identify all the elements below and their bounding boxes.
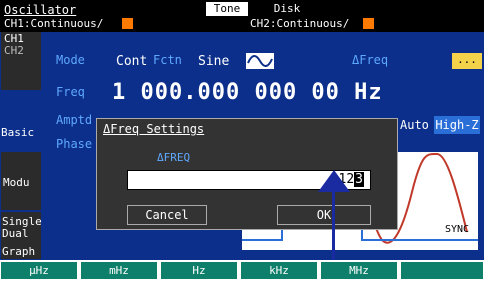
fctn-value[interactable]: Sine bbox=[198, 54, 229, 69]
modu-label: Modu bbox=[3, 176, 30, 189]
dialog-subtitle: ΔFREQ bbox=[157, 151, 191, 164]
ch1-status-indicator bbox=[122, 18, 133, 29]
mode-label: Mode bbox=[56, 53, 85, 67]
freq-label: Freq bbox=[56, 85, 85, 99]
mode-value[interactable]: Cont bbox=[116, 54, 147, 69]
softkey-empty[interactable] bbox=[400, 261, 484, 280]
ch2-label: CH2 bbox=[4, 44, 24, 57]
dialog-title: ΔFreq Settings bbox=[103, 122, 205, 136]
basic-label: Basic bbox=[1, 126, 35, 139]
frequency-value[interactable]: 1 000.000 000 00 Hz bbox=[112, 80, 383, 105]
sidebar: CH1 CH2 Basic Modu Single Dual Graph bbox=[0, 32, 42, 259]
more-button[interactable]: ... bbox=[452, 53, 482, 69]
ch2-status-indicator bbox=[363, 18, 374, 29]
tone-button[interactable]: Tone bbox=[206, 2, 248, 16]
annotation-arrow-head-icon bbox=[318, 170, 350, 192]
softkey-khz[interactable]: kHz bbox=[240, 261, 318, 280]
channel-select[interactable]: CH1 CH2 bbox=[1, 32, 41, 90]
sidebar-item-single-dual[interactable]: Single Dual bbox=[1, 212, 42, 246]
fctn-label: Fctn bbox=[153, 53, 182, 67]
softkey-mhz-mega[interactable]: MHz bbox=[320, 261, 398, 280]
delta-freq-dialog: ΔFreq Settings ΔFREQ 123 Cancel OK bbox=[96, 118, 398, 230]
softkey-mhz-milli[interactable]: mHz bbox=[80, 261, 158, 280]
top-bar: Oscillator Tone Disk CH1:Continuous/ CH2… bbox=[0, 0, 484, 32]
cancel-button[interactable]: Cancel bbox=[127, 205, 207, 225]
softkey-bar: μHz mHz Hz kHz MHz bbox=[0, 260, 484, 294]
input-cursor-digit: 3 bbox=[354, 172, 364, 187]
amptd-label: Amptd bbox=[56, 113, 93, 127]
delta-freq-label: ΔFreq bbox=[352, 53, 389, 67]
sine-wave-icon bbox=[246, 53, 274, 69]
graph-label: Graph bbox=[2, 245, 36, 258]
ok-button[interactable]: OK bbox=[277, 205, 371, 225]
disk-label: Disk bbox=[273, 2, 301, 15]
oscillator-screen: Oscillator Tone Disk CH1:Continuous/ CH2… bbox=[0, 0, 484, 294]
sidebar-item-modu[interactable]: Modu bbox=[1, 152, 41, 210]
ch2-status: CH2:Continuous/ bbox=[250, 17, 350, 30]
dual-label: Dual bbox=[2, 227, 29, 240]
high-z-button[interactable]: High-Z bbox=[434, 116, 480, 134]
sidebar-item-graph[interactable]: Graph bbox=[1, 245, 41, 259]
screen-title: Oscillator bbox=[4, 3, 77, 17]
softkey-uhz[interactable]: μHz bbox=[0, 261, 78, 280]
phase-label: Phase bbox=[56, 137, 93, 151]
auto-label: Auto bbox=[400, 118, 429, 132]
disk-button[interactable]: Disk bbox=[252, 2, 322, 16]
ch1-status: CH1:Continuous/ bbox=[4, 17, 104, 30]
sidebar-item-basic[interactable]: Basic bbox=[1, 124, 41, 144]
sync-label: SYNC bbox=[445, 224, 470, 235]
softkey-hz[interactable]: Hz bbox=[160, 261, 238, 280]
